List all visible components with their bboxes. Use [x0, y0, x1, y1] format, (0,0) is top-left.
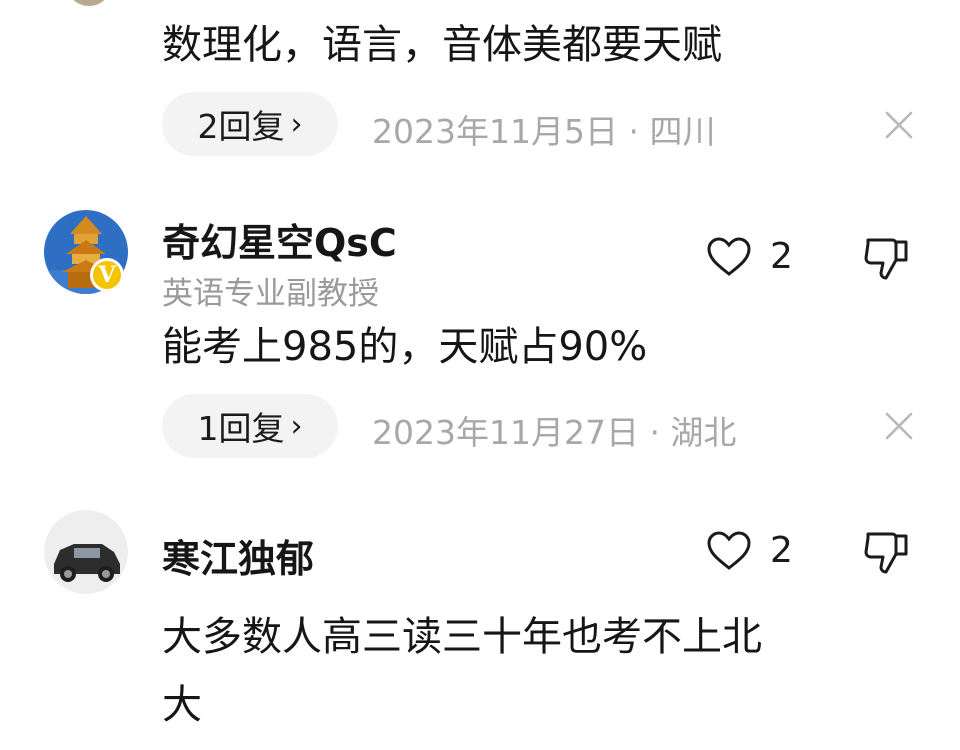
comment-text-line: 大多数人高三读三十年也考不上北 — [162, 614, 762, 660]
chevron-right-icon: › — [290, 408, 303, 444]
like-count: 2 — [770, 530, 793, 571]
reply-button[interactable]: 2回复 › — [162, 92, 338, 156]
user-title: 英语专业副教授 — [162, 276, 379, 312]
verified-badge-icon: V — [90, 258, 124, 292]
avatar[interactable] — [66, 0, 112, 6]
thumbs-down-icon[interactable] — [862, 236, 912, 282]
reply-count-label: 2回复 — [197, 107, 285, 146]
thumbs-down-icon[interactable] — [862, 530, 912, 576]
comment-text-line: 大 — [162, 682, 202, 728]
comment-meta: 2023年11月5日 · 四川 — [372, 112, 716, 151]
comment-meta: 2023年11月27日 · 湖北 — [372, 413, 737, 452]
chevron-right-icon: › — [290, 106, 303, 142]
reply-count-label: 1回复 — [197, 409, 285, 448]
heart-outline-icon[interactable] — [705, 236, 753, 278]
username[interactable]: 寒江独郁 — [162, 528, 314, 583]
reply-button[interactable]: 1回复 › — [162, 394, 338, 458]
like-count: 2 — [770, 236, 793, 277]
comment-text: 数理化，语言，音体美都要天赋 — [162, 22, 722, 68]
username[interactable]: 奇幻星空QsC — [162, 212, 397, 267]
avatar[interactable] — [44, 510, 128, 594]
comment-text: 能考上985的，天赋占90% — [162, 324, 648, 370]
heart-outline-icon[interactable] — [705, 530, 753, 572]
close-icon[interactable] — [884, 110, 914, 140]
close-icon[interactable] — [884, 411, 914, 441]
avatar-image — [44, 510, 128, 594]
